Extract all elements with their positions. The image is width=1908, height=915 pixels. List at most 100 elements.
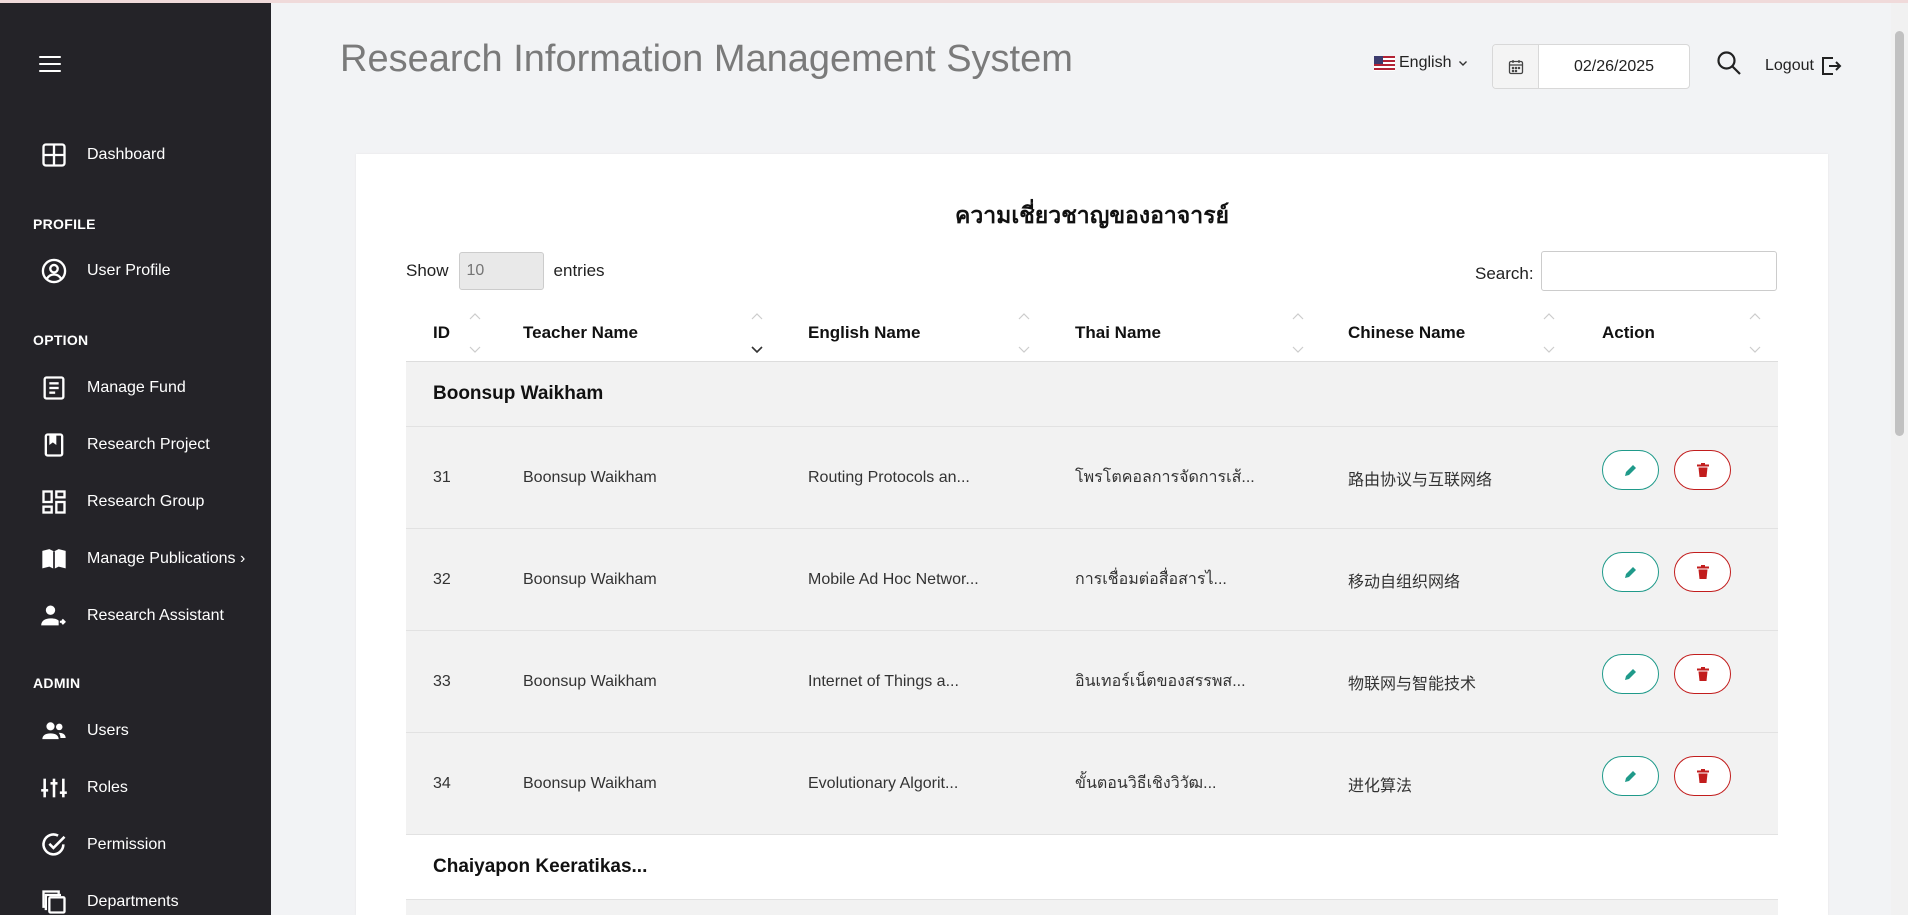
cell-chinese-name: 物联网与智能技术 — [1348, 675, 1477, 693]
sidebar-label: Research Assistant — [87, 607, 224, 624]
date-value[interactable]: 02/26/2025 — [1539, 45, 1689, 88]
edit-button[interactable] — [1602, 450, 1659, 490]
logout-button[interactable]: Logout — [1765, 55, 1842, 77]
sidebar-label: Research Project — [87, 436, 210, 453]
entries-label: entries — [553, 261, 605, 280]
cell-teacher-name: Boonsup Waikham — [523, 570, 657, 588]
pencil-icon — [1624, 771, 1636, 782]
group-row: Chaiyapon Keeratikas... — [406, 835, 1778, 900]
cell-teacher-name: Boonsup Waikham — [523, 774, 657, 792]
sidebar-item-manage-publications[interactable]: Manage Publications › — [40, 544, 245, 574]
content-card: ความเชี่ยวชาญของอาจารย์ Show entries Sea… — [356, 154, 1828, 915]
cell-id: 33 — [433, 672, 451, 690]
sidebar-label: Manage Fund — [87, 379, 186, 396]
delete-button[interactable] — [1674, 552, 1731, 592]
vertical-scrollbar[interactable] — [1891, 3, 1908, 915]
cell-id: 31 — [433, 468, 451, 486]
sidebar-item-permission[interactable]: Permission — [40, 830, 166, 860]
section-heading-option: OPTION — [33, 332, 89, 348]
entries-length-control: Show entries — [406, 252, 605, 290]
entries-select[interactable] — [458, 252, 544, 290]
sidebar-item-research-group[interactable]: Research Group — [40, 487, 204, 517]
table-row: 32 Boonsup Waikham Mobile Ad Hoc Networ.… — [406, 529, 1778, 631]
search-icon[interactable] — [1716, 50, 1742, 76]
sort-desc-icon[interactable] — [751, 312, 763, 354]
sidebar-item-user-profile[interactable]: User Profile — [40, 256, 171, 286]
user-circle-icon — [41, 258, 67, 284]
user-arrow-icon — [41, 605, 66, 626]
sidebar-label: Dashboard — [87, 146, 166, 163]
edit-button[interactable] — [1602, 756, 1659, 796]
sidebar-label: Research Group — [87, 493, 205, 510]
us-flag-icon — [1374, 55, 1395, 71]
sidebar-label: Roles — [87, 779, 128, 796]
trash-icon — [1696, 463, 1709, 477]
trash-icon — [1696, 565, 1709, 579]
table-row — [406, 900, 1778, 915]
sidebar-item-departments[interactable]: Departments — [40, 887, 179, 915]
sidebar-item-users[interactable]: Users — [40, 716, 129, 746]
sort-icon[interactable] — [1018, 312, 1030, 354]
table-search-input[interactable] — [1541, 251, 1777, 291]
delete-button[interactable] — [1674, 654, 1731, 694]
group-row: Boonsup Waikham — [406, 362, 1778, 427]
cell-thai-name: โพรโตคอลการจัดการเส้... — [1075, 469, 1255, 486]
edit-button[interactable] — [1602, 654, 1659, 694]
sort-icon[interactable] — [469, 312, 481, 354]
delete-button[interactable] — [1674, 450, 1731, 490]
column-header-chinese-name[interactable]: Chinese Name — [1348, 304, 1465, 362]
users-icon — [42, 722, 66, 740]
app-title: Research Information Management System — [340, 38, 1073, 80]
logout-label: Logout — [1765, 57, 1814, 74]
language-selector[interactable]: English — [1374, 54, 1469, 72]
cell-id: 32 — [433, 570, 451, 588]
sort-icon[interactable] — [1543, 312, 1555, 354]
dashboard-icon — [42, 143, 66, 167]
cell-thai-name: ขั้นตอนวิธีเชิงวิวัฒ... — [1075, 775, 1217, 792]
sidebar-item-manage-fund[interactable]: Manage Fund — [40, 373, 186, 403]
show-label: Show — [406, 261, 449, 280]
scrollbar-thumb[interactable] — [1895, 31, 1904, 436]
calendar-icon[interactable] — [1493, 45, 1539, 88]
check-circle-icon — [42, 833, 66, 856]
sidebar-item-roles[interactable]: Roles — [40, 773, 128, 803]
cell-teacher-name: Boonsup Waikham — [523, 672, 657, 690]
cell-thai-name: อินเทอร์เน็ตของสรรพส... — [1075, 673, 1246, 690]
pencil-icon — [1624, 567, 1636, 578]
sidebar-item-research-assistant[interactable]: Research Assistant — [40, 601, 224, 631]
sort-icon[interactable] — [1749, 312, 1761, 354]
cell-teacher-name: Boonsup Waikham — [523, 468, 657, 486]
document-list-icon — [43, 376, 65, 400]
layers-copy-icon — [42, 890, 66, 914]
bookmark-book-icon — [44, 433, 64, 457]
delete-button[interactable] — [1674, 756, 1731, 796]
top-border — [0, 0, 1908, 3]
edit-button[interactable] — [1602, 552, 1659, 592]
grid-group-icon — [42, 490, 66, 514]
sidebar-label: Departments — [87, 893, 179, 910]
sidebar-item-research-project[interactable]: Research Project — [40, 430, 210, 460]
column-header-id[interactable]: ID — [433, 304, 450, 362]
column-header-teacher-name[interactable]: Teacher Name — [523, 304, 638, 362]
pencil-icon — [1624, 669, 1636, 680]
cell-chinese-name: 移动自组织网络 — [1348, 573, 1461, 591]
table-search-label: Search: — [1475, 264, 1534, 283]
cell-english-name: Internet of Things a... — [808, 672, 959, 690]
sidebar-label: Permission — [87, 836, 167, 853]
column-header-english-name[interactable]: English Name — [808, 304, 920, 362]
sidebar-item-dashboard[interactable]: Dashboard — [40, 140, 165, 170]
column-header-thai-name[interactable]: Thai Name — [1075, 304, 1161, 362]
sort-icon[interactable] — [1292, 312, 1304, 354]
pencil-icon — [1624, 465, 1636, 476]
table-row: 33 Boonsup Waikham Internet of Things a.… — [406, 631, 1778, 733]
trash-icon — [1696, 769, 1709, 783]
cell-chinese-name: 路由协议与互联网络 — [1348, 471, 1493, 489]
sliders-icon — [41, 778, 67, 798]
menu-toggle-icon[interactable] — [39, 56, 61, 74]
column-header-action[interactable]: Action — [1602, 304, 1655, 362]
logout-icon — [1821, 57, 1842, 75]
section-heading-profile: PROFILE — [33, 216, 96, 232]
section-heading-admin: ADMIN — [33, 675, 81, 691]
table-row: 34 Boonsup Waikham Evolutionary Algorit.… — [406, 733, 1778, 835]
date-picker[interactable]: 02/26/2025 — [1492, 44, 1690, 89]
